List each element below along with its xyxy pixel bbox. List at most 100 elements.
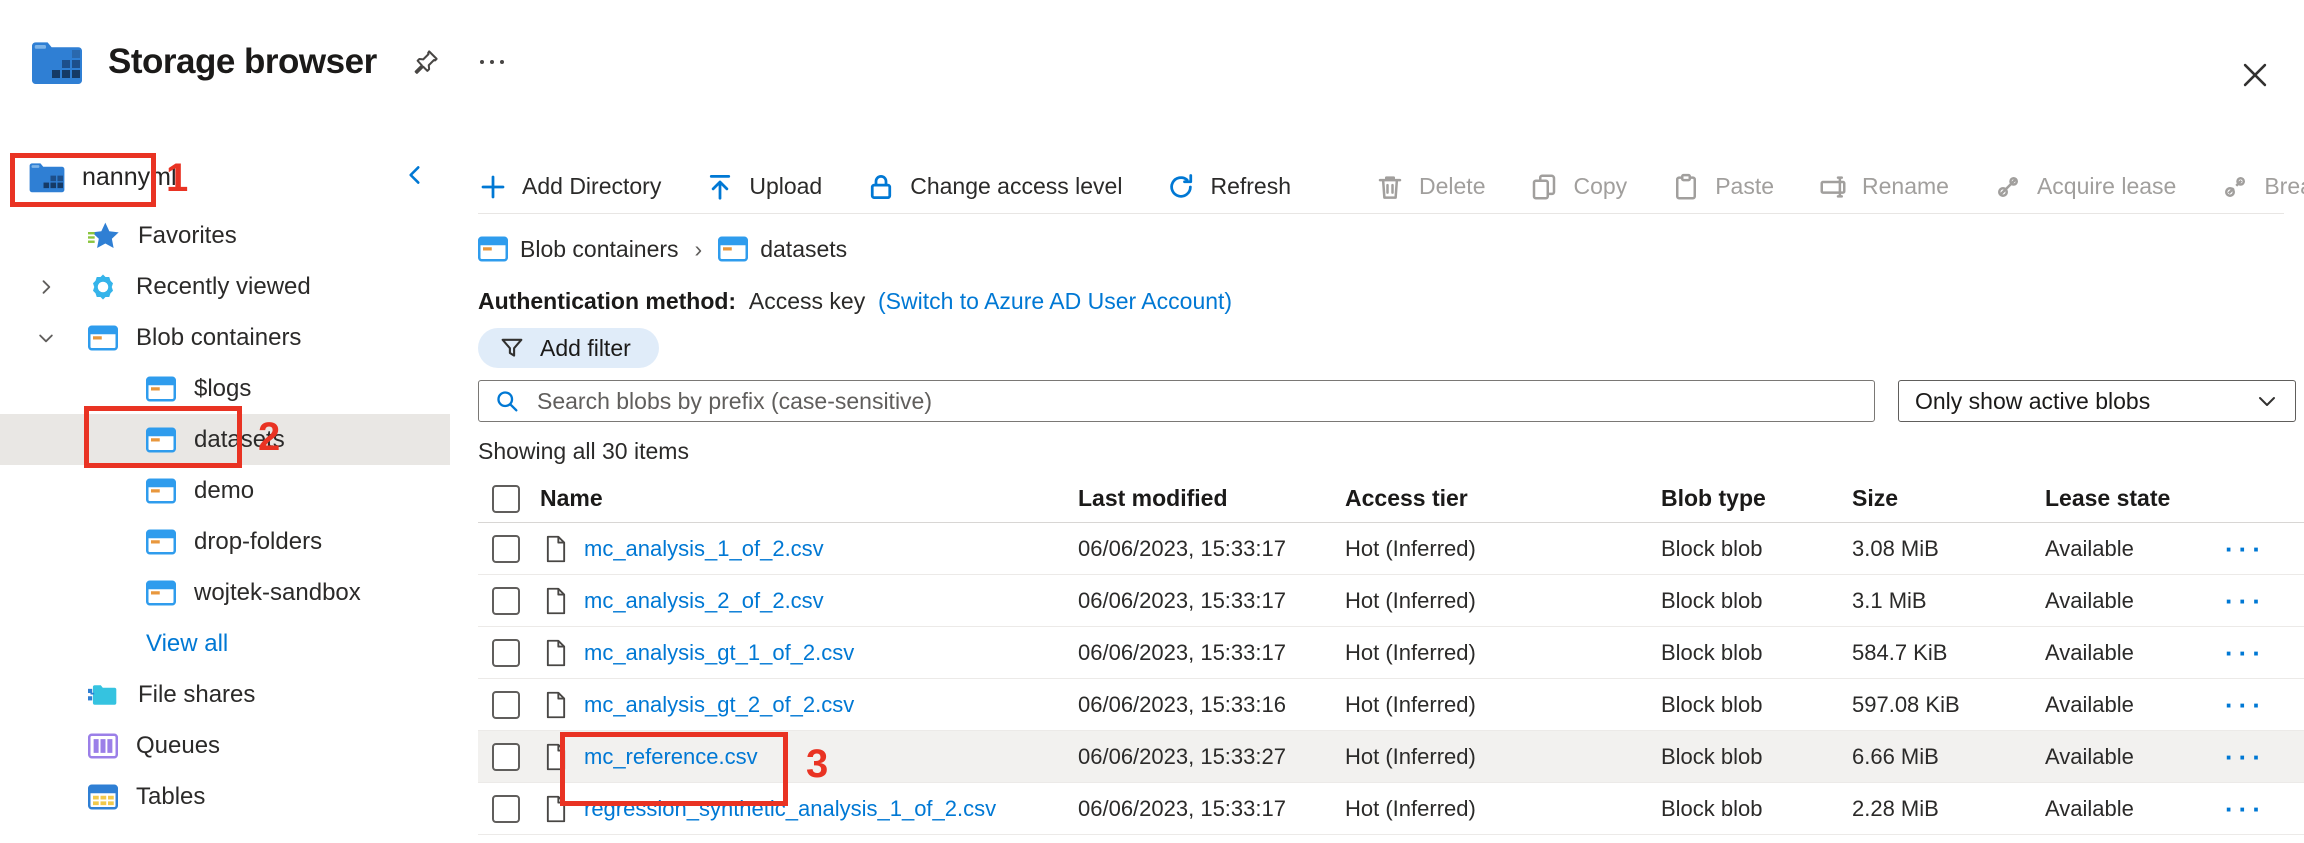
sidebar-item-blob-containers[interactable]: Blob containers <box>0 312 450 363</box>
row-checkbox[interactable] <box>492 743 520 771</box>
sidebar-item-queues[interactable]: Queues <box>0 720 450 771</box>
cell-size: 584.7 KiB <box>1852 640 2045 666</box>
sidebar-item-label: Blob containers <box>136 324 301 352</box>
acquire-lease-button: Acquire lease <box>1993 172 2176 202</box>
cell-last-modified: 06/06/2023, 15:33:17 <box>1078 796 1345 822</box>
search-icon <box>493 387 521 415</box>
sidebar-item-recently-viewed[interactable]: Recently viewed <box>0 261 450 312</box>
chevron-right-icon[interactable] <box>36 277 56 297</box>
cell-access-tier: Hot (Inferred) <box>1345 640 1661 666</box>
delete-button: Delete <box>1375 172 1485 202</box>
column-header-lease-state: Lease state <box>2045 485 2215 512</box>
sidebar-item-datasets[interactable]: datasets <box>0 414 450 465</box>
chevron-down-icon <box>2255 389 2279 413</box>
blob-state-dropdown[interactable]: Only show active blobs <box>1898 380 2296 422</box>
storage-account-icon <box>28 161 66 193</box>
sidebar-item-label: wojtek-sandbox <box>194 579 361 607</box>
plus-icon <box>478 172 508 202</box>
cell-blob-type: Block blob <box>1661 536 1852 562</box>
blob-name-link[interactable]: regression_synthetic_analysis_1_of_2.csv <box>584 796 996 822</box>
add-filter-button[interactable]: Add filter <box>478 328 659 368</box>
file-icon <box>544 743 568 771</box>
cell-lease-state: Available <box>2045 796 2215 822</box>
file-icon <box>544 691 568 719</box>
column-header-blob-type: Blob type <box>1661 485 1852 512</box>
storage-browser-icon <box>30 39 84 85</box>
container-icon <box>146 376 176 402</box>
cell-blob-type: Block blob <box>1661 796 1852 822</box>
breadcrumb-datasets[interactable]: datasets <box>718 236 847 263</box>
sidebar-tree: Favorites Recently viewed Blob containers $… <box>0 210 450 822</box>
row-more-icon[interactable]: ··· <box>2225 596 2266 606</box>
sidebar-item-label: View all <box>146 630 228 658</box>
chevron-down-icon[interactable] <box>36 328 56 348</box>
container-icon <box>146 580 176 606</box>
breadcrumb: Blob containers › datasets <box>478 232 847 266</box>
table-row: mc_analysis_1_of_2.csv 06/06/2023, 15:33… <box>478 523 2304 575</box>
select-all-checkbox[interactable] <box>492 485 520 513</box>
search-input[interactable] <box>537 388 1860 415</box>
add-directory-button[interactable]: Add Directory <box>478 172 661 202</box>
sidebar-item-label: File shares <box>138 681 255 709</box>
rename-button: Rename <box>1818 172 1949 202</box>
blob-name-link[interactable]: mc_analysis_gt_1_of_2.csv <box>584 640 854 666</box>
row-more-icon[interactable]: ··· <box>2225 700 2266 710</box>
blob-name-link[interactable]: mc_reference.csv <box>584 744 758 770</box>
refresh-button[interactable]: Refresh <box>1166 172 1291 202</box>
row-checkbox[interactable] <box>492 691 520 719</box>
cell-access-tier: Hot (Inferred) <box>1345 536 1661 562</box>
blob-name-link[interactable]: mc_analysis_2_of_2.csv <box>584 588 824 614</box>
status-line: Showing all 30 items <box>478 438 689 465</box>
blob-name-link[interactable]: mc_analysis_1_of_2.csv <box>584 536 824 562</box>
sidebar-item-tables[interactable]: Tables <box>0 771 450 822</box>
blob-search-box <box>478 380 1875 422</box>
file-icon <box>544 535 568 563</box>
row-more-icon[interactable]: ··· <box>2225 648 2266 658</box>
rename-icon <box>1818 172 1848 202</box>
cell-lease-state: Available <box>2045 744 2215 770</box>
row-more-icon[interactable]: ··· <box>2225 544 2266 554</box>
sidebar-item-demo[interactable]: demo <box>0 465 450 516</box>
container-icon <box>146 478 176 504</box>
copy-button: Copy <box>1529 172 1627 202</box>
filter-funnel-icon <box>498 334 526 362</box>
switch-auth-link[interactable]: (Switch to Azure AD User Account) <box>878 288 1232 314</box>
cell-size: 3.08 MiB <box>1852 536 2045 562</box>
file-icon <box>544 795 568 823</box>
sidebar-item--logs[interactable]: $logs <box>0 363 450 414</box>
main-panel: Add Directory Upload Change access level Re… <box>478 0 2304 843</box>
breadcrumb-separator: › <box>695 236 703 263</box>
sidebar-item-favorites[interactable]: Favorites <box>0 210 450 261</box>
sidebar-item-wojtek-sandbox[interactable]: wojtek-sandbox <box>0 567 450 618</box>
change-access-level-button[interactable]: Change access level <box>866 172 1122 202</box>
sidebar-item-storage-account[interactable]: nannyml <box>0 148 450 206</box>
row-checkbox[interactable] <box>492 587 520 615</box>
pin-icon[interactable] <box>411 47 441 77</box>
row-checkbox[interactable] <box>492 795 520 823</box>
cell-size: 6.66 MiB <box>1852 744 2045 770</box>
blob-name-link[interactable]: mc_analysis_gt_2_of_2.csv <box>584 692 854 718</box>
upload-button[interactable]: Upload <box>705 172 822 202</box>
row-checkbox[interactable] <box>492 535 520 563</box>
sidebar-item-view-all[interactable]: View all <box>0 618 450 669</box>
sidebar-item-label: drop-folders <box>194 528 322 556</box>
copy-icon <box>1529 172 1559 202</box>
sidebar-item-label: Tables <box>136 783 205 811</box>
chevron-left-icon[interactable] <box>402 162 428 188</box>
row-more-icon[interactable]: ··· <box>2225 752 2266 762</box>
sidebar-item-drop-folders[interactable]: drop-folders <box>0 516 450 567</box>
auth-method-label: Authentication method: <box>478 288 736 314</box>
toolbar-button-label: Acquire lease <box>2037 173 2176 200</box>
table-body: mc_analysis_1_of_2.csv 06/06/2023, 15:33… <box>478 523 2304 835</box>
star-icon <box>88 221 120 251</box>
cell-last-modified: 06/06/2023, 15:33:17 <box>1078 536 1345 562</box>
row-checkbox[interactable] <box>492 639 520 667</box>
container-icon <box>146 529 176 555</box>
breadcrumb-blob-containers[interactable]: Blob containers <box>478 236 679 263</box>
sidebar-item-file-shares[interactable]: File shares <box>0 669 450 720</box>
storage-account-label: nannyml <box>82 163 177 192</box>
sidebar-item-label: Recently viewed <box>136 273 311 301</box>
cell-blob-type: Block blob <box>1661 588 1852 614</box>
lease-icon <box>1993 172 2023 202</box>
row-more-icon[interactable]: ··· <box>2225 804 2266 814</box>
